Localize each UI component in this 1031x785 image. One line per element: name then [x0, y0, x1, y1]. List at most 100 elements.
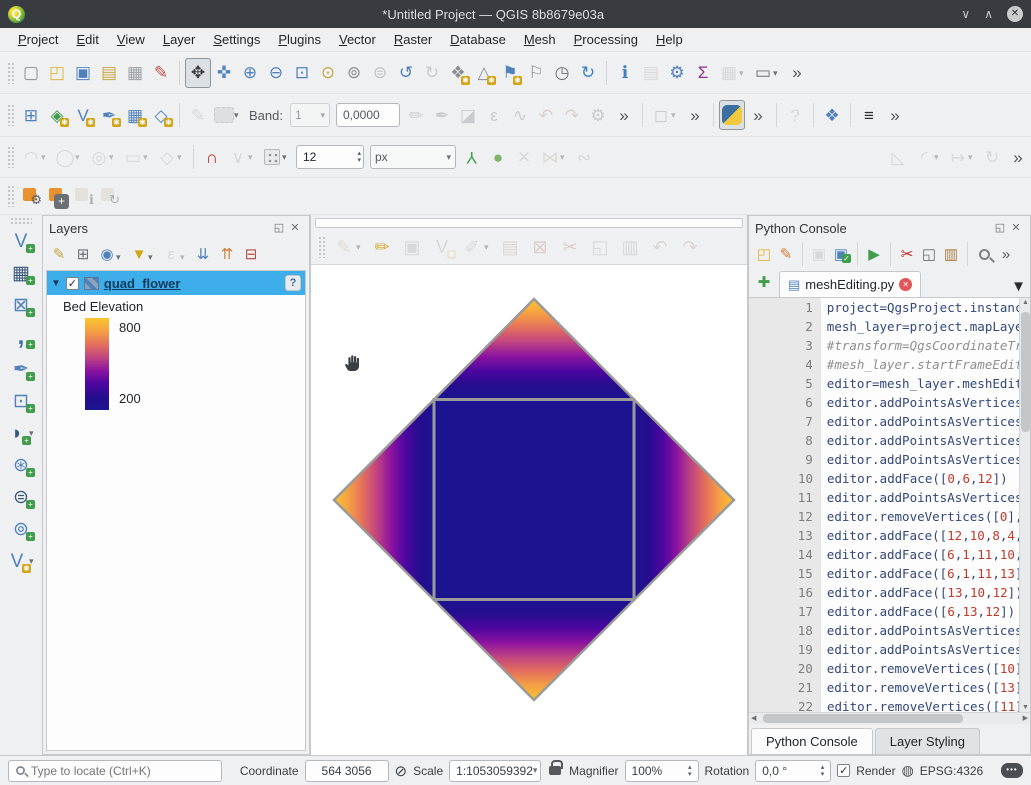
- new-geopackage-layer-button[interactable]: ◈✱: [44, 100, 70, 130]
- snap-unit-combo[interactable]: px▾: [370, 145, 456, 169]
- code-line[interactable]: 7editor.addPointsAsVertices(: [785, 412, 1030, 431]
- identify-features-button[interactable]: ℹ: [612, 58, 638, 88]
- menu-plugins[interactable]: Plugins: [270, 30, 329, 49]
- run-script-button[interactable]: ▶: [863, 242, 885, 266]
- code-line[interactable]: 18editor.addPointsAsVertices(: [785, 621, 1030, 640]
- toolbar-overflow-button[interactable]: »: [784, 58, 810, 88]
- code-line[interactable]: 12editor.removeVertices([0],T: [785, 507, 1030, 526]
- zoom-last-button[interactable]: ↺: [393, 58, 419, 88]
- close-panel-icon[interactable]: ✕: [287, 220, 303, 236]
- tab-list-dropdown-icon[interactable]: ▼: [1011, 278, 1026, 297]
- add-vector-layer-button[interactable]: V+: [6, 226, 36, 256]
- add-group-button[interactable]: ⊞: [71, 242, 95, 266]
- toolbar-overflow-button[interactable]: »: [1005, 142, 1031, 172]
- find-text-button[interactable]: [973, 242, 995, 266]
- manage-map-themes-button[interactable]: ◉▾: [95, 242, 119, 266]
- add-mesh-layer-button[interactable]: ⊠+: [6, 290, 36, 320]
- collapse-all-button[interactable]: ⇈: [215, 242, 239, 266]
- code-line[interactable]: 9editor.addPointsAsVertices(: [785, 450, 1030, 469]
- menu-mesh[interactable]: Mesh: [516, 30, 564, 49]
- close-button[interactable]: ✕: [1007, 6, 1023, 22]
- open-script-button[interactable]: ◰: [753, 242, 775, 266]
- pan-map-to-selection-button[interactable]: ✜: [211, 58, 237, 88]
- close-panel-icon[interactable]: ✕: [1008, 220, 1024, 236]
- mesh-digitizing-button[interactable]: ❖: [819, 100, 845, 130]
- new-mesh-layer-button[interactable]: ◇✱: [148, 100, 174, 130]
- locator-input[interactable]: [31, 764, 201, 778]
- open-data-source-manager-button[interactable]: ⊞: [18, 100, 44, 130]
- layer-visibility-checkbox[interactable]: ✓: [66, 277, 79, 290]
- snapping-options-button[interactable]: ▾: [259, 142, 285, 172]
- code-line[interactable]: 15editor.addFace([6,1,11,13]): [785, 564, 1030, 583]
- code-line[interactable]: 6editor.addPointsAsVertices(: [785, 393, 1030, 412]
- mouse-extents-icon[interactable]: ⊘: [395, 762, 408, 780]
- scroll-up-icon[interactable]: ▲: [1020, 299, 1030, 306]
- code-line[interactable]: 16editor.addFace([13,10,12]): [785, 583, 1030, 602]
- menu-project[interactable]: Project: [10, 30, 66, 49]
- new-print-layout-button[interactable]: ▤: [96, 58, 122, 88]
- menu-raster[interactable]: Raster: [386, 30, 440, 49]
- new-map-view-button[interactable]: ❖✱: [445, 58, 471, 88]
- open-project-button[interactable]: ◰: [44, 58, 70, 88]
- scroll-left-icon[interactable]: ◀: [751, 714, 756, 722]
- save-as-script-button[interactable]: ▣✓: [830, 242, 852, 266]
- layer-row-quad-flower[interactable]: ▼ ✓ quad_flower ?: [47, 271, 305, 295]
- vertical-scrollbar[interactable]: ▲ ▼: [1019, 298, 1030, 712]
- new-project-button[interactable]: ▢: [18, 58, 44, 88]
- new-temporary-scratch-layer-button[interactable]: ✒✱: [96, 100, 122, 130]
- toolbar-overflow-button[interactable]: »: [995, 242, 1017, 266]
- code-line[interactable]: 4#mesh_layer.startFrameEditi: [785, 355, 1030, 374]
- code-line[interactable]: 8editor.addPointsAsVertices(: [785, 431, 1030, 450]
- band-value-field[interactable]: 0,0000: [336, 103, 400, 127]
- toolbar-drag-handle[interactable]: [318, 236, 326, 258]
- enable-snapping-button[interactable]: ∩: [199, 142, 225, 172]
- menu-database[interactable]: Database: [442, 30, 514, 49]
- hamburger-menu-button[interactable]: ≡: [856, 100, 882, 130]
- code-line[interactable]: 3#transform=QgsCoordinateTra: [785, 336, 1030, 355]
- pan-map-button[interactable]: ✥: [185, 58, 211, 88]
- dock-tab-python-console[interactable]: Python Console: [751, 728, 873, 754]
- zoom-full-button[interactable]: ⊡: [289, 58, 315, 88]
- add-postgis-layer-button[interactable]: ⊡+: [6, 386, 36, 416]
- save-project-button[interactable]: ▣: [70, 58, 96, 88]
- copy-button[interactable]: ◱: [918, 242, 940, 266]
- add-spatialite-layer-button[interactable]: ✒+: [6, 354, 36, 384]
- magnifier-spinbox[interactable]: 100% ▴▾: [625, 760, 699, 782]
- filter-legend-button[interactable]: ▼▾: [127, 242, 151, 266]
- dock-tab-layer-styling[interactable]: Layer Styling: [875, 728, 980, 754]
- code-line[interactable]: 21editor.removeVertices([13],: [785, 678, 1030, 697]
- toolbar-overflow-button[interactable]: »: [745, 100, 771, 130]
- menu-vector[interactable]: Vector: [331, 30, 384, 49]
- mesh-add-button[interactable]: +: [44, 181, 70, 211]
- cut-button[interactable]: ✂: [896, 242, 918, 266]
- scroll-down-icon[interactable]: ▼: [1020, 704, 1030, 711]
- add-wms-layer-button[interactable]: ⊛+: [6, 450, 36, 480]
- add-wfs-layer-button[interactable]: ⊚+: [6, 514, 36, 544]
- new-shapefile-layer-button[interactable]: V✱▾: [2, 546, 32, 576]
- code-line[interactable]: 5editor=mesh_layer.meshEdito: [785, 374, 1030, 393]
- horizontal-scrollbar[interactable]: ◀ ▶: [749, 712, 1030, 724]
- code-line[interactable]: 22editor.removeVertices([11]: [785, 697, 1030, 712]
- open-layer-styling-button[interactable]: ✎: [47, 242, 71, 266]
- open-in-editor-button[interactable]: ✎: [775, 242, 797, 266]
- menu-help[interactable]: Help: [648, 30, 691, 49]
- expand-all-button[interactable]: ⇊: [191, 242, 215, 266]
- add-wcs-layer-button[interactable]: ⊜+: [6, 482, 36, 512]
- new-3d-map-view-button[interactable]: △✱: [471, 58, 497, 88]
- code-line[interactable]: 17editor.addFace([6,13,12]): [785, 602, 1030, 621]
- menu-layer[interactable]: Layer: [155, 30, 204, 49]
- refresh-map-button[interactable]: ↻: [575, 58, 601, 88]
- snap-tolerance-spin[interactable]: 12▴▾: [296, 145, 364, 169]
- zoom-to-layer-button[interactable]: ⊚: [341, 58, 367, 88]
- scrollbar-thumb[interactable]: [763, 714, 963, 723]
- map-canvas[interactable]: [311, 264, 747, 755]
- python-console-button[interactable]: [719, 100, 745, 130]
- rotation-spinbox[interactable]: 0,0 ° ▴▾: [755, 760, 831, 782]
- code-editor[interactable]: 1project=QgsProject.instance2mesh_layer=…: [749, 298, 1030, 712]
- toolbar-drag-handle[interactable]: [7, 146, 15, 168]
- avoid-overlap-button[interactable]: ●: [485, 142, 511, 172]
- toolbar-overflow-button[interactable]: »: [682, 100, 708, 130]
- render-checkbox[interactable]: ✓: [837, 764, 850, 777]
- toolbar-drag-handle[interactable]: [10, 217, 32, 224]
- toolbar-drag-handle[interactable]: [7, 185, 15, 207]
